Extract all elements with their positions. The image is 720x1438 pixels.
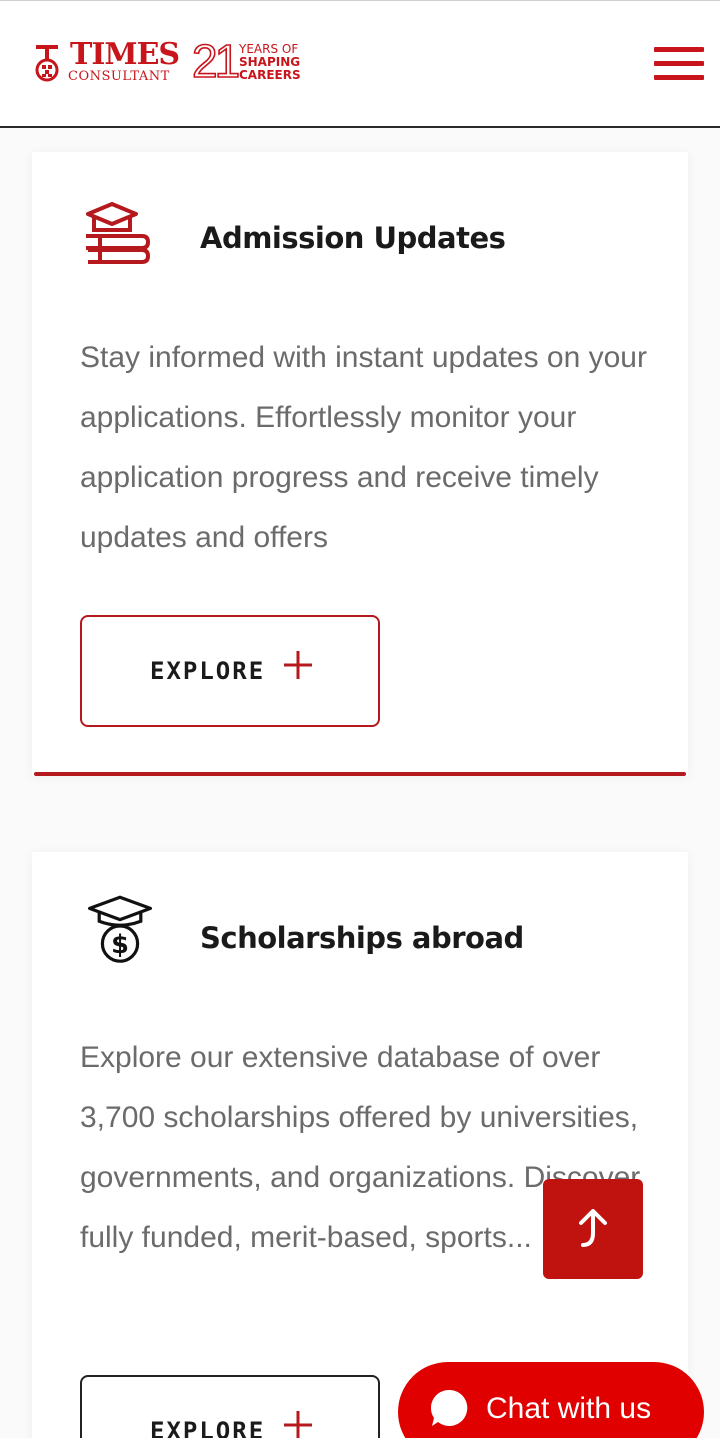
hamburger-menu-icon[interactable] bbox=[654, 45, 704, 83]
times-emblem-icon bbox=[35, 45, 59, 82]
graduation-books-icon bbox=[86, 202, 151, 264]
explore-button-label: EXPLORE bbox=[150, 1417, 266, 1438]
chat-with-us-button[interactable]: Chat with us bbox=[398, 1362, 704, 1438]
card-accent-line bbox=[34, 772, 686, 776]
explore-button[interactable]: EXPLORE bbox=[80, 1375, 380, 1438]
site-header: TIMES CONSULTANT 21 YEARS OF SHAPING CAR… bbox=[0, 0, 720, 128]
logo-tagline: YEARS OF SHAPING CAREERS bbox=[239, 43, 301, 82]
scholarship-dollar-cap-icon: $ bbox=[88, 895, 152, 963]
card-title: Admission Updates bbox=[200, 221, 506, 255]
scroll-to-top-button[interactable] bbox=[543, 1179, 643, 1279]
card-description: Stay informed with instant updates on yo… bbox=[80, 341, 647, 554]
svg-text:$: $ bbox=[111, 930, 129, 960]
logo-sub-text: CONSULTANT bbox=[68, 69, 170, 84]
admission-updates-card: Admission Updates Stay informed with ins… bbox=[32, 152, 688, 776]
times-consultant-logo[interactable]: TIMES CONSULTANT 21 YEARS OF SHAPING CAR… bbox=[32, 36, 322, 89]
scholarships-abroad-card: $ Scholarships abroad Explore our extens… bbox=[32, 852, 688, 1438]
menu-bar bbox=[654, 47, 704, 52]
plus-icon bbox=[284, 1411, 312, 1438]
chat-label: Chat with us bbox=[486, 1392, 652, 1425]
logo-brand-text: TIMES bbox=[70, 37, 180, 72]
menu-bar bbox=[654, 61, 704, 66]
menu-bar bbox=[654, 75, 704, 80]
explore-button[interactable]: EXPLORE bbox=[80, 615, 380, 727]
logo-tagline-line: CAREERS bbox=[239, 68, 301, 82]
plus-icon bbox=[284, 651, 312, 679]
explore-button-label: EXPLORE bbox=[150, 657, 266, 685]
card-title: Scholarships abroad bbox=[200, 921, 524, 955]
arrow-up-icon bbox=[579, 1209, 607, 1247]
chat-bubble-icon bbox=[430, 1389, 468, 1426]
logo-years-number: 21 bbox=[191, 35, 241, 87]
